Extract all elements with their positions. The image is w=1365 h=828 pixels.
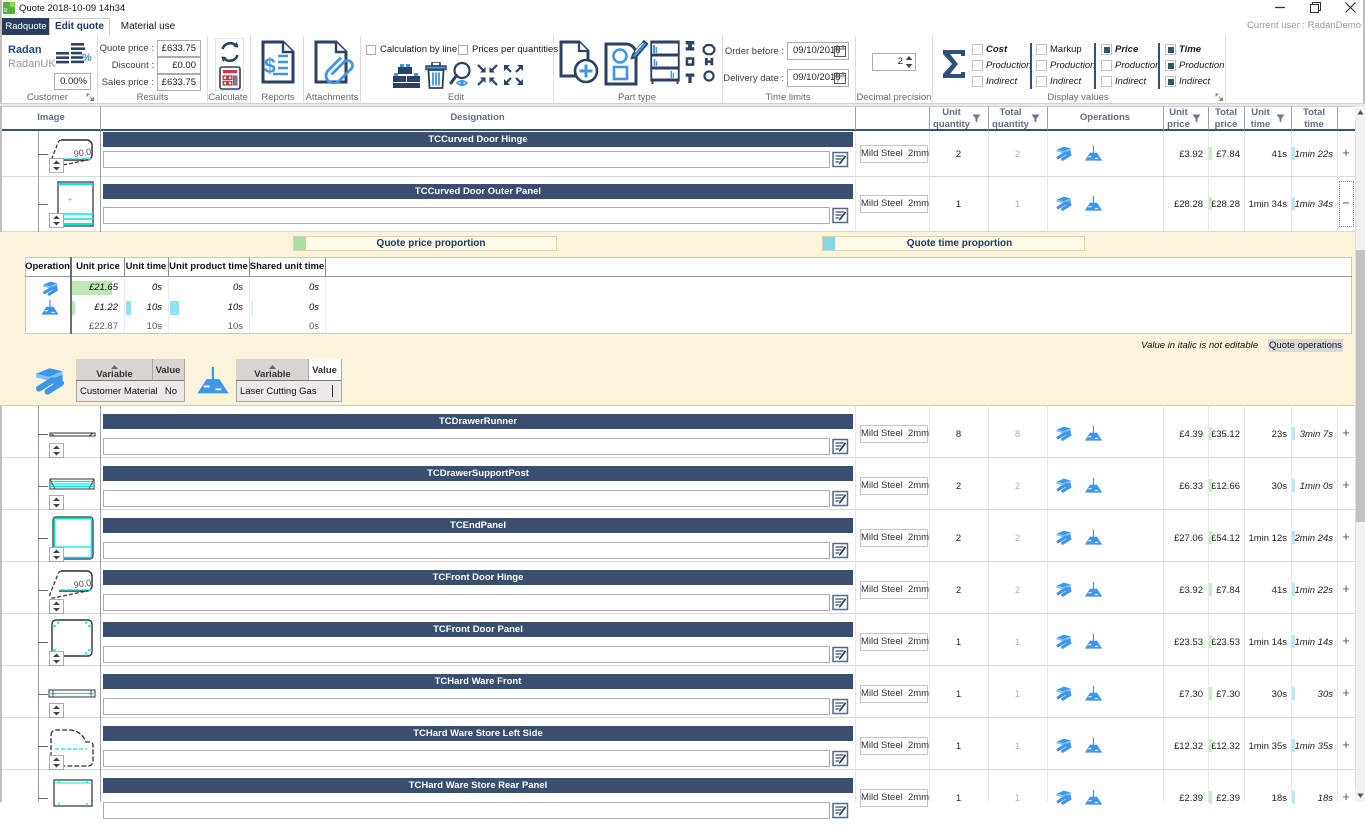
svg-text:%: %: [82, 52, 92, 64]
svg-text:7: 7: [836, 77, 840, 84]
svg-text:+: +: [68, 197, 72, 204]
svg-text:R: R: [4, 8, 8, 14]
svg-text:7: 7: [836, 50, 840, 57]
svg-text:$: $: [264, 55, 276, 78]
